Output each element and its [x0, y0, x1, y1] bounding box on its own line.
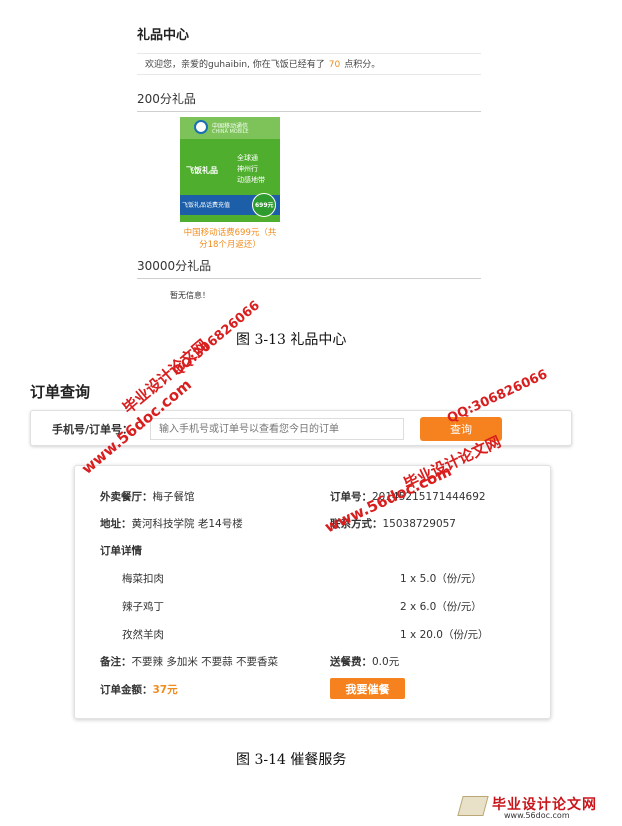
- logo-en-text: CHINA MOBILE: [212, 129, 249, 135]
- points-value: 70: [328, 60, 341, 70]
- order-item-name: 梅菜扣肉: [122, 573, 164, 585]
- order-item-qty: 1 x 5.0（份/元）: [400, 573, 482, 585]
- total-row: 订单金额：37元: [100, 682, 178, 697]
- address-row: 地址：黄河科技学院 老14号楼: [100, 516, 243, 531]
- delivery-fee-row: 送餐费：0.0元: [330, 654, 399, 669]
- figure-caption-3-14: 图 3-14 催餐服务: [236, 752, 347, 768]
- card-price: 699元: [255, 202, 274, 209]
- delivery-fee-label: 送餐费：: [330, 656, 372, 668]
- order-item-qty: 1 x 20.0（份/元）: [400, 629, 489, 641]
- figure-caption-3-13: 图 3-13 礼品中心: [236, 332, 347, 348]
- urge-order-button[interactable]: 我要催餐: [330, 678, 405, 699]
- delivery-fee-value: 0.0元: [372, 656, 400, 668]
- search-input[interactable]: [150, 418, 404, 440]
- welcome-prefix: 欢迎您，亲爱的guhaibin, 你在飞饭已经有了: [145, 60, 325, 70]
- restaurant-value: 梅子餐馆: [152, 491, 195, 503]
- total-label: 订单金额：: [100, 684, 153, 696]
- caption-line: 中国移动话费699元（共: [183, 228, 277, 238]
- note-value: 不要辣 多加米 不要蒜 不要香菜: [131, 656, 279, 668]
- slogan-line: 动感地带: [237, 176, 265, 184]
- welcome-message: 欢迎您，亲爱的guhaibin, 你在飞饭已经有了 70 点积分。: [137, 53, 481, 75]
- section-200-heading: 200分礼品: [137, 90, 481, 112]
- card-slogan: 全球通 神州行 动感地带: [237, 153, 277, 186]
- restaurant-label: 外卖餐厅：: [100, 491, 153, 503]
- order-item-name: 辣子鸡丁: [122, 601, 164, 613]
- section-30000-heading: 30000分礼品: [137, 257, 481, 279]
- address-label: 地址：: [100, 518, 132, 530]
- address-value: 黄河科技学院 老14号楼: [131, 518, 243, 530]
- order-item-name: 孜然羊肉: [122, 629, 164, 641]
- card-strip-text: 飞饭礼品话费充值: [182, 202, 231, 209]
- note-label: 备注：: [100, 656, 132, 668]
- order-item-qty: 2 x 6.0（份/元）: [400, 601, 482, 613]
- no-info-text: 暂无信息！: [170, 291, 210, 300]
- caption-line: 分18个月返还）: [199, 240, 261, 250]
- gift-card-image[interactable]: 中国移动通信 CHINA MOBILE 飞饭礼品 全球通 神州行 动感地带 飞饭…: [180, 117, 280, 222]
- order-query-title: 订单查询: [30, 383, 91, 401]
- gift-card-caption[interactable]: 中国移动话费699元（共 分18个月返还）: [170, 227, 290, 251]
- contact-value: 15038729057: [382, 518, 457, 530]
- slogan-line: 神州行: [237, 165, 258, 173]
- feifan-label: 飞饭礼品: [186, 166, 218, 175]
- china-mobile-logo-icon: [194, 120, 208, 134]
- restaurant-row: 外卖餐厅：梅子餐馆: [100, 489, 195, 504]
- footer-logo: 毕业设计论文网 www.56doc.com: [457, 792, 610, 820]
- note-row: 备注：不要辣 多加米 不要蒜 不要香菜: [100, 654, 278, 669]
- gift-center-title: 礼品中心: [137, 28, 190, 43]
- slogan-line: 全球通: [237, 154, 258, 162]
- footer-url: www.56doc.com: [504, 811, 570, 820]
- order-details-label: 订单详情: [100, 545, 142, 557]
- welcome-suffix: 点积分。: [344, 60, 381, 70]
- book-icon: [457, 796, 489, 816]
- total-value: 37元: [152, 684, 178, 696]
